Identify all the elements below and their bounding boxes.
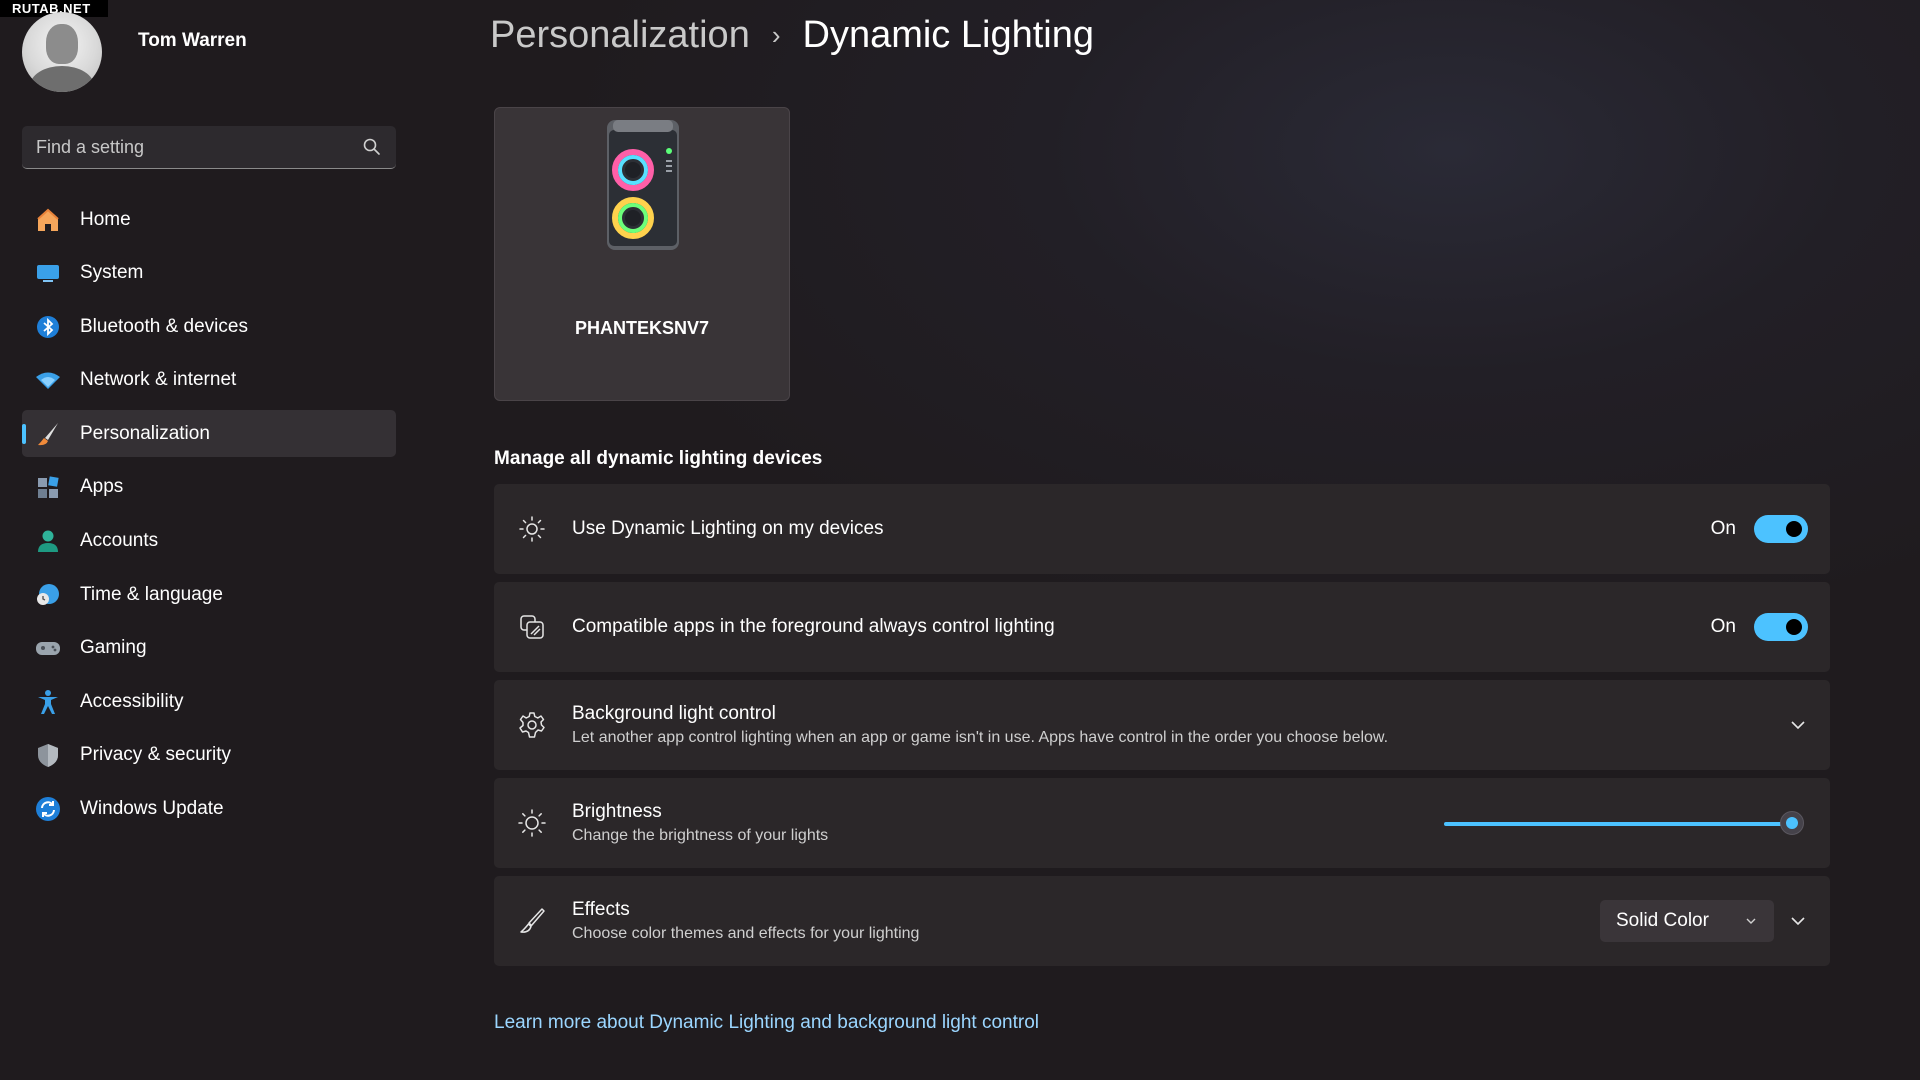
chevron-down-icon [1746,918,1756,924]
sidebar-item-bluetooth[interactable]: Bluetooth & devices [22,303,396,350]
sidebar-item-label: Apps [80,476,124,498]
setting-title: Effects [572,899,630,920]
sidebar: Tom Warren Home System [0,0,420,1080]
time-language-icon [34,581,62,609]
wifi-icon [34,366,62,394]
setting-foreground-apps: Compatible apps in the foreground always… [494,582,1830,672]
sidebar-item-accounts[interactable]: Accounts [22,518,396,565]
system-icon [34,259,62,287]
sidebar-item-personalization[interactable]: Personalization [22,410,396,458]
profile[interactable]: Tom Warren [22,12,247,92]
sidebar-item-label: Privacy & security [80,744,231,766]
setting-description: Choose color themes and effects for your… [572,925,920,942]
setting-use-dynamic-lighting: Use Dynamic Lighting on my devices On [494,484,1830,574]
section-title: Manage all dynamic lighting devices [494,448,823,469]
slider-thumb[interactable] [1780,811,1804,835]
breadcrumb-parent[interactable]: Personalization [490,14,750,57]
apps-icon [34,473,62,501]
sidebar-nav: Home System Bluetooth & devices Network … [22,196,396,839]
effects-dropdown[interactable]: Solid Color [1600,900,1774,942]
brightness-slider[interactable] [1444,808,1804,838]
device-card[interactable]: PHANTEKSNV7 [494,107,790,401]
bluetooth-icon [34,313,62,341]
sidebar-item-network[interactable]: Network & internet [22,357,396,404]
sidebar-item-label: Personalization [80,422,210,444]
sidebar-item-label: Accessibility [80,690,184,712]
sidebar-item-label: Gaming [80,637,147,659]
brush-icon [34,420,62,448]
chevron-down-icon[interactable] [1788,715,1808,735]
page-title: Dynamic Lighting [802,14,1094,56]
sidebar-item-privacy[interactable]: Privacy & security [22,732,396,779]
paintbrush-icon [516,905,548,937]
update-icon [34,795,62,823]
sidebar-item-gaming[interactable]: Gaming [22,625,396,672]
sidebar-item-home[interactable]: Home [22,196,396,243]
sidebar-item-label: Network & internet [80,369,237,391]
sidebar-item-label: Accounts [80,530,159,552]
sun-dots-icon [516,513,548,545]
sidebar-item-label: System [80,262,144,284]
search-icon[interactable] [362,137,382,157]
slider-track [1444,822,1792,826]
settings-list: Use Dynamic Lighting on my devices On Co… [494,484,1830,974]
toggle-state-label: On [1710,518,1736,539]
sidebar-item-accessibility[interactable]: Accessibility [22,678,396,725]
sidebar-item-label: Home [80,208,131,230]
dropdown-value: Solid Color [1616,910,1709,931]
sidebar-item-label: Time & language [80,583,223,605]
sidebar-item-label: Windows Update [80,798,224,820]
setting-description: Change the brightness of your lights [572,827,829,844]
chevron-down-icon[interactable] [1788,911,1808,931]
sidebar-item-system[interactable]: System [22,250,396,297]
shield-icon [34,741,62,769]
search-box[interactable] [22,126,396,169]
sidebar-item-apps[interactable]: Apps [22,464,396,511]
gear-icon [516,709,548,741]
breadcrumb: Personalization › Dynamic Lighting [490,14,1094,57]
setting-title: Compatible apps in the foreground always… [572,616,1055,637]
apps-lighting-icon [516,611,548,643]
breadcrumb-separator: › [771,20,781,50]
sidebar-item-time-language[interactable]: Time & language [22,571,396,618]
avatar[interactable] [22,12,102,92]
settings-window: RUTAB.NET Tom Warren Home [0,0,1920,1080]
foreground-apps-toggle[interactable] [1754,613,1808,641]
accessibility-icon [34,688,62,716]
brightness-icon [516,807,548,839]
setting-brightness: Brightness Change the brightness of your… [494,778,1830,868]
sidebar-item-label: Bluetooth & devices [80,315,248,337]
search-input[interactable] [36,136,362,158]
setting-background-light-control[interactable]: Background light control Let another app… [494,680,1830,770]
profile-name: Tom Warren [138,30,247,51]
setting-title: Use Dynamic Lighting on my devices [572,518,884,539]
setting-effects[interactable]: Effects Choose color themes and effects … [494,876,1830,966]
accounts-icon [34,527,62,555]
learn-more-link[interactable]: Learn more about Dynamic Lighting and ba… [494,1012,1039,1034]
setting-description: Let another app control lighting when an… [572,729,1389,746]
sidebar-item-windows-update[interactable]: Windows Update [22,786,396,833]
device-name: PHANTEKSNV7 [574,318,710,338]
setting-title: Background light control [572,703,776,724]
home-icon [34,206,62,234]
pc-case-icon [607,120,679,250]
setting-title: Brightness [572,801,662,822]
gaming-icon [34,634,62,662]
toggle-state-label: On [1710,616,1736,637]
use-dynamic-lighting-toggle[interactable] [1754,515,1808,543]
